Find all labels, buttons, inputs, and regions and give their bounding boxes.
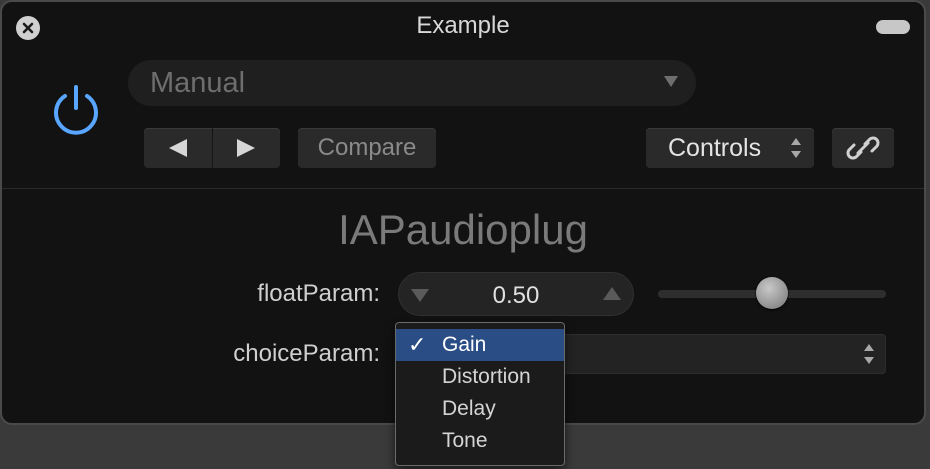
next-arrow-icon — [237, 139, 256, 157]
previous-preset-button[interactable] — [144, 128, 212, 168]
choice-param-dropdown: ✓ Gain Distortion Delay Tone — [395, 322, 565, 466]
prev-arrow-icon — [168, 139, 187, 157]
float-param-value[interactable]: 0.50 — [399, 282, 633, 310]
controls-view-select[interactable]: Controls — [646, 128, 814, 168]
window-title: Example — [416, 12, 510, 39]
updown-arrows-icon — [791, 138, 801, 158]
increment-arrow-icon[interactable] — [603, 287, 621, 300]
chevron-down-icon — [664, 76, 678, 87]
dropdown-option-label: Gain — [442, 333, 487, 356]
preset-value: Manual — [150, 66, 246, 99]
choice-param-label: choiceParam: — [233, 340, 380, 367]
power-button[interactable] — [46, 80, 106, 140]
preset-navigation — [144, 128, 280, 168]
checkmark-icon: ✓ — [408, 332, 427, 357]
float-param-label: floatParam: — [257, 280, 380, 307]
preset-menu[interactable]: Manual — [128, 60, 696, 106]
dropdown-option[interactable]: Delay — [396, 393, 564, 425]
link-icon — [846, 136, 880, 160]
controls-label: Controls — [668, 133, 762, 162]
dropdown-option-label: Tone — [442, 429, 488, 452]
link-button[interactable] — [832, 128, 894, 168]
dropdown-option[interactable]: ✓ Gain — [396, 329, 564, 361]
dropdown-option-label: Delay — [442, 397, 496, 420]
dropdown-option-label: Distortion — [442, 365, 531, 388]
slider-thumb[interactable] — [756, 277, 788, 309]
next-preset-button[interactable] — [213, 128, 281, 168]
dropdown-option[interactable]: Distortion — [396, 361, 564, 393]
header-divider — [2, 188, 924, 189]
compare-button[interactable]: Compare — [298, 128, 436, 168]
power-icon — [54, 85, 98, 135]
updown-arrows-icon — [864, 344, 874, 364]
dropdown-option[interactable]: Tone — [396, 425, 564, 457]
float-param-stepper[interactable]: 0.50 — [398, 272, 634, 316]
plugin-name: IAPaudioplug — [338, 206, 588, 253]
